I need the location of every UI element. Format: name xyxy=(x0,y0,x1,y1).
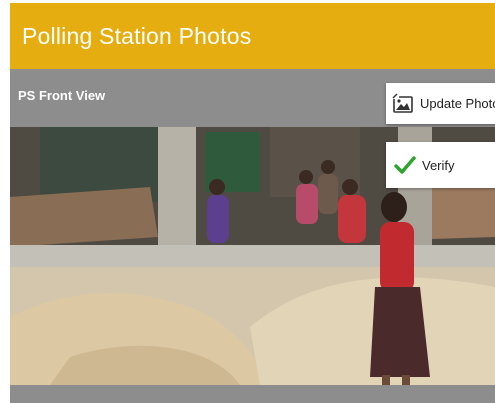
polling-station-photos-screen: Polling Station Photos PS Front View Upd… xyxy=(10,3,495,403)
page-title: Polling Station Photos xyxy=(22,22,252,49)
bottom-bar xyxy=(10,385,495,403)
verify-label: Verify xyxy=(422,157,455,173)
checkmark-icon xyxy=(394,154,416,176)
app-header: Polling Station Photos xyxy=(10,3,495,69)
update-photo-button[interactable]: Update Photo xyxy=(386,83,495,124)
update-photo-label: Update Photo xyxy=(420,96,495,111)
verify-button[interactable]: Verify xyxy=(386,142,495,188)
section-label: PS Front View xyxy=(18,88,106,103)
photo-edit-icon xyxy=(392,93,414,115)
